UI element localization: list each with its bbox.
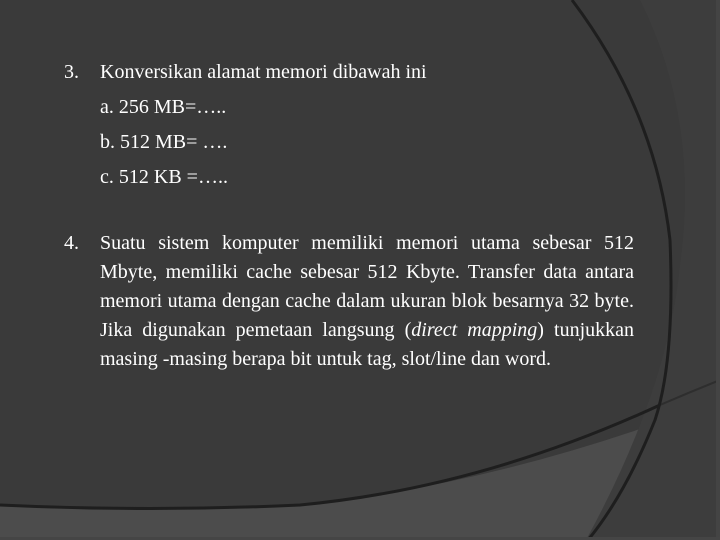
question-3-body: Konversikan alamat memori dibawah ini a.… [100,58,427,192]
question-3-number: 3. [64,61,79,83]
question-4-text: Suatu sistem komputer memiliki memori ut… [100,229,634,374]
question-3-item-c: c. 512 KB =….. [100,166,228,188]
question-4-number: 4. [64,232,79,254]
question-3-item-b: b. 512 MB= …. [100,131,228,153]
slide: 3. Konversikan alamat memori dibawah ini… [0,0,720,540]
slide-content: 3. Konversikan alamat memori dibawah ini… [0,0,720,540]
question-3-item-a: a. 256 MB=….. [100,96,227,118]
question-4-italic-term: direct mapping [411,319,538,341]
question-3-text: Konversikan alamat memori dibawah ini [100,61,427,83]
